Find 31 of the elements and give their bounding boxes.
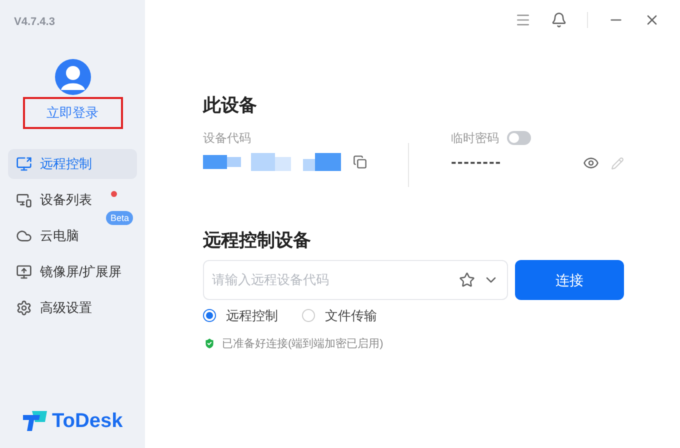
mode-radio[interactable]: 远程控制 [203, 306, 278, 326]
logo-icon [22, 410, 48, 432]
field-label: 设备代码 [203, 130, 252, 147]
monitor-icon [16, 264, 32, 280]
shield-icon [203, 337, 216, 350]
nav-item[interactable]: 远程控制 [8, 148, 137, 178]
nav-item[interactable]: 镜像屏/扩展屏 [8, 256, 137, 286]
menu-icon[interactable] [515, 12, 531, 28]
device-code-input[interactable]: 请输入远程设备代码 [212, 270, 459, 290]
connect-button[interactable]: 连接 [515, 260, 624, 300]
star-icon[interactable] [459, 272, 475, 288]
device-code-field[interactable]: 请输入远程设备代码 [203, 260, 508, 300]
screen-icon [16, 156, 32, 172]
toggle-switch[interactable] [507, 131, 531, 145]
eye-icon[interactable] [583, 155, 599, 171]
status-text: 已准备好连接(端到端加密已启用) [222, 336, 384, 352]
version-label: V4.7.4.3 [14, 15, 55, 30]
login-link[interactable]: 立即登录 [22, 96, 122, 128]
settings-icon [16, 300, 32, 316]
avatar-icon [54, 58, 90, 94]
nav-item[interactable]: 高级设置 [8, 292, 137, 322]
section-title: 此设备 [203, 94, 258, 117]
notification-icon[interactable] [551, 12, 567, 28]
field-label: 临时密码 [451, 130, 499, 147]
brand-logo: ToDesk [22, 406, 123, 436]
mode-radio[interactable]: 文件传输 [302, 306, 377, 326]
devices-icon [16, 192, 32, 208]
beta-tag: Beta [106, 210, 133, 224]
section-title: 远程控制设备 [203, 229, 312, 252]
copy-icon[interactable] [353, 155, 367, 169]
password-value: -------- [451, 153, 502, 173]
